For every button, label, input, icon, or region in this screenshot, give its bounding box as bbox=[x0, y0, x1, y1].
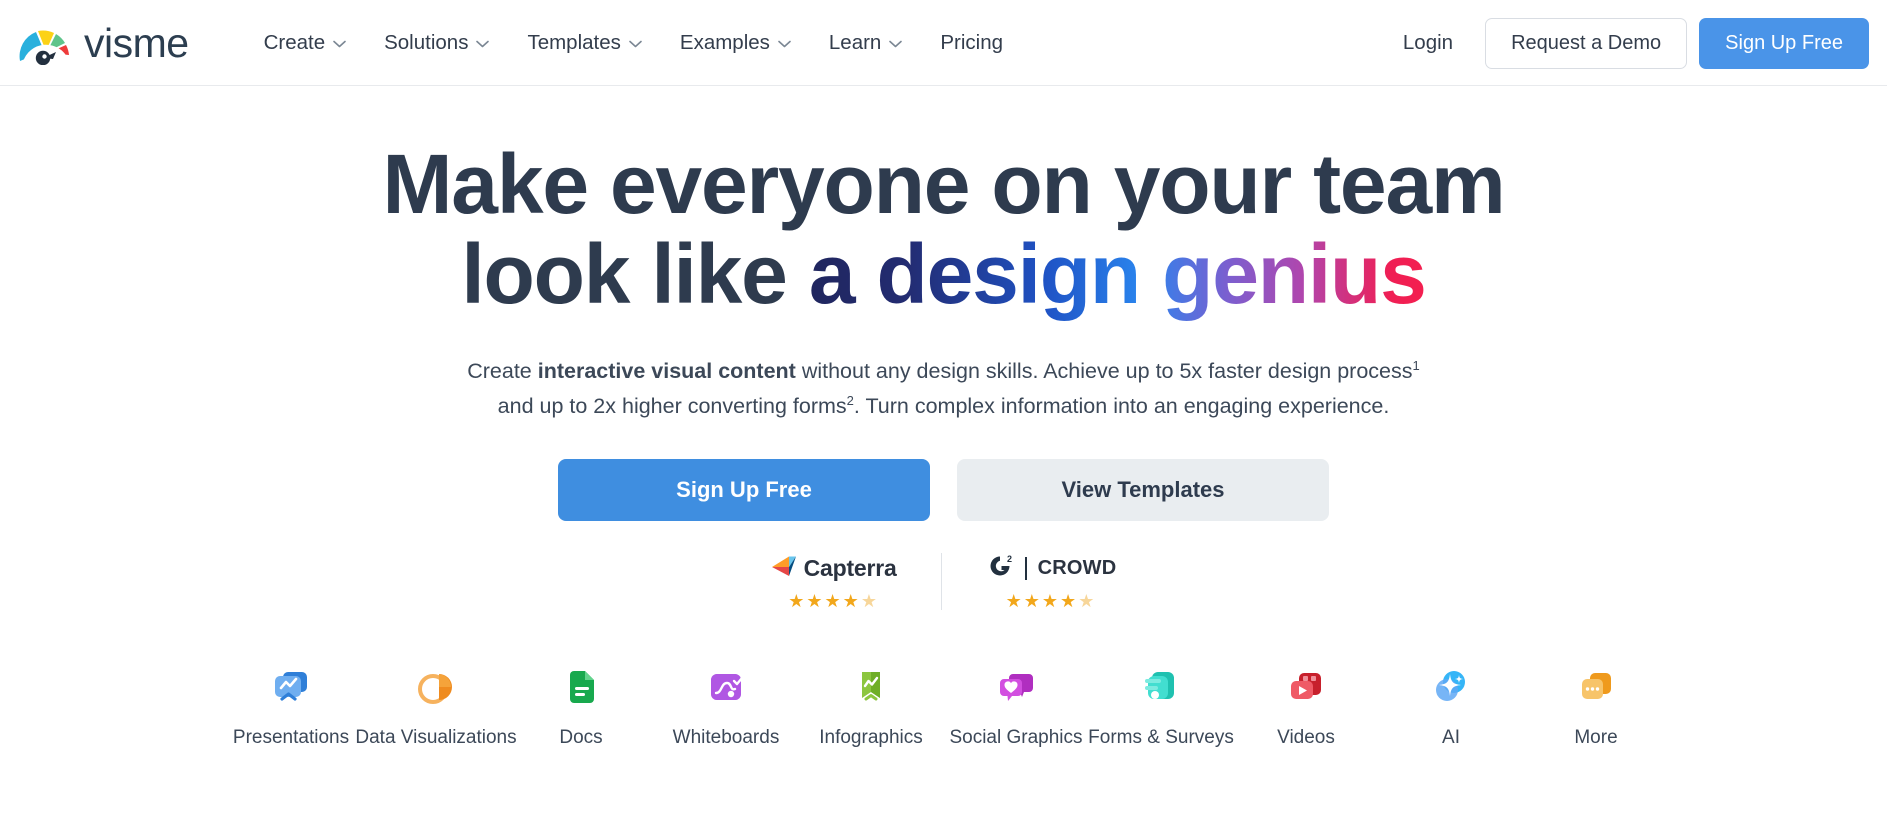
g2-crowd-icon: 2 bbox=[986, 552, 1016, 585]
feature-label: Whiteboards bbox=[672, 727, 780, 749]
feature-whiteboards[interactable]: Whiteboards bbox=[654, 665, 799, 749]
feature-data-visualizations[interactable]: Data Visualizations bbox=[355, 665, 517, 749]
hero-section: Make everyone on your team look like a d… bbox=[0, 86, 1887, 749]
g2-crowd-name: CROWD bbox=[1037, 556, 1117, 579]
footnote-marker-2: 2 bbox=[846, 392, 854, 408]
subtitle-line2-a: and up to 2x higher converting forms bbox=[497, 393, 847, 418]
capterra-name: Capterra bbox=[803, 554, 897, 581]
feature-more[interactable]: More bbox=[1524, 665, 1669, 749]
feature-categories: Presentations Data Visualizations Docs W… bbox=[0, 665, 1887, 749]
feature-ai[interactable]: AI bbox=[1379, 665, 1524, 749]
g2-crowd-badge[interactable]: 2 CROWD ★★★★★ bbox=[940, 553, 1161, 612]
forms-surveys-icon bbox=[1139, 665, 1183, 709]
hero-cta-row: Sign Up Free View Templates bbox=[0, 459, 1887, 522]
headline-gradient-text: a design genius bbox=[808, 226, 1427, 321]
visme-gauge-logo-icon bbox=[18, 21, 74, 65]
chevron-down-icon bbox=[889, 40, 903, 48]
feature-presentations[interactable]: Presentations bbox=[219, 665, 364, 749]
videos-icon bbox=[1284, 665, 1328, 709]
feature-label: AI bbox=[1442, 727, 1460, 749]
g2-crowd-logo: 2 CROWD bbox=[986, 553, 1117, 583]
feature-label: Infographics bbox=[819, 727, 923, 749]
signup-free-header-button[interactable]: Sign Up Free bbox=[1699, 17, 1869, 69]
feature-label: Forms & Surveys bbox=[1088, 727, 1234, 749]
feature-label: More bbox=[1574, 727, 1618, 749]
infographics-icon bbox=[849, 665, 893, 709]
login-link[interactable]: Login bbox=[1381, 21, 1475, 65]
nav-item-learn[interactable]: Learn bbox=[810, 21, 921, 65]
feature-social-graphics[interactable]: Social Graphics bbox=[944, 665, 1089, 749]
footnote-marker-1: 1 bbox=[1412, 357, 1420, 373]
main-navigation: Create Solutions Templates Examples Lear… bbox=[245, 21, 1022, 65]
nav-item-solutions[interactable]: Solutions bbox=[365, 21, 508, 65]
svg-text:2: 2 bbox=[1007, 554, 1012, 564]
docs-icon bbox=[559, 665, 603, 709]
presentations-icon bbox=[269, 665, 313, 709]
nav-item-templates[interactable]: Templates bbox=[508, 21, 660, 65]
feature-label: Data Visualizations bbox=[355, 727, 517, 749]
subtitle-line2-b: . Turn complex information into an engag… bbox=[853, 393, 1390, 418]
nav-label: Pricing bbox=[940, 30, 1004, 54]
subtitle-part-a: Create bbox=[467, 358, 538, 383]
nav-label: Learn bbox=[828, 30, 882, 54]
feature-label: Videos bbox=[1277, 727, 1335, 749]
feature-label: Social Graphics bbox=[949, 727, 1083, 749]
whiteboards-icon bbox=[704, 665, 748, 709]
signup-free-hero-button[interactable]: Sign Up Free bbox=[558, 459, 930, 522]
page-title: Make everyone on your team look like a d… bbox=[0, 137, 1887, 321]
chevron-down-icon bbox=[629, 40, 642, 48]
headline-line-2: look like a design genius bbox=[0, 226, 1887, 321]
capterra-star-rating: ★★★★★ bbox=[788, 591, 879, 612]
feature-videos[interactable]: Videos bbox=[1234, 665, 1379, 749]
site-header: visme Create Solutions Templates Example… bbox=[0, 0, 1887, 86]
subtitle-bold: interactive visual content bbox=[537, 358, 796, 383]
nav-label: Examples bbox=[679, 30, 770, 54]
brand-wordmark: visme bbox=[84, 20, 189, 66]
headline-plain-text: look like bbox=[461, 226, 809, 321]
ai-sparkle-icon bbox=[1429, 665, 1473, 709]
feature-label: Docs bbox=[559, 727, 603, 749]
feature-infographics[interactable]: Infographics bbox=[799, 665, 944, 749]
feature-forms-surveys[interactable]: Forms & Surveys bbox=[1088, 665, 1234, 749]
nav-item-create[interactable]: Create bbox=[245, 21, 366, 65]
nav-label: Create bbox=[263, 30, 326, 54]
request-demo-button[interactable]: Request a Demo bbox=[1485, 17, 1688, 69]
view-templates-button[interactable]: View Templates bbox=[957, 459, 1329, 522]
half-star-icon: ★ bbox=[1078, 591, 1097, 612]
nav-label: Templates bbox=[527, 30, 621, 54]
capterra-badge[interactable]: Capterra ★★★★★ bbox=[727, 553, 941, 610]
capterra-logo: Capterra bbox=[771, 553, 897, 583]
half-star-icon: ★ bbox=[860, 591, 879, 612]
feature-docs[interactable]: Docs bbox=[509, 665, 654, 749]
nav-item-pricing[interactable]: Pricing bbox=[921, 21, 1022, 65]
header-actions: Login Request a Demo Sign Up Free bbox=[1381, 0, 1869, 86]
data-visualizations-icon bbox=[414, 665, 458, 709]
chevron-down-icon bbox=[778, 40, 791, 48]
more-icon bbox=[1574, 665, 1618, 709]
subtitle-part-b: without any design skills. Achieve up to… bbox=[795, 358, 1413, 383]
chevron-down-icon bbox=[476, 40, 490, 48]
nav-label: Solutions bbox=[384, 30, 469, 54]
feature-label: Presentations bbox=[232, 727, 350, 749]
chevron-down-icon bbox=[333, 40, 346, 48]
capterra-arrow-icon bbox=[771, 555, 797, 582]
social-graphics-icon bbox=[994, 665, 1038, 709]
hero-subtitle: Create interactive visual content withou… bbox=[0, 354, 1887, 424]
g2-divider bbox=[1024, 556, 1027, 580]
headline-line-1: Make everyone on your team bbox=[382, 137, 1506, 231]
brand-logo-link[interactable]: visme bbox=[18, 21, 189, 65]
nav-item-examples[interactable]: Examples bbox=[661, 21, 810, 65]
review-badges: Capterra ★★★★★ 2 CROWD ★★★★★ bbox=[0, 553, 1887, 612]
g2-star-rating: ★★★★★ bbox=[1005, 591, 1097, 612]
